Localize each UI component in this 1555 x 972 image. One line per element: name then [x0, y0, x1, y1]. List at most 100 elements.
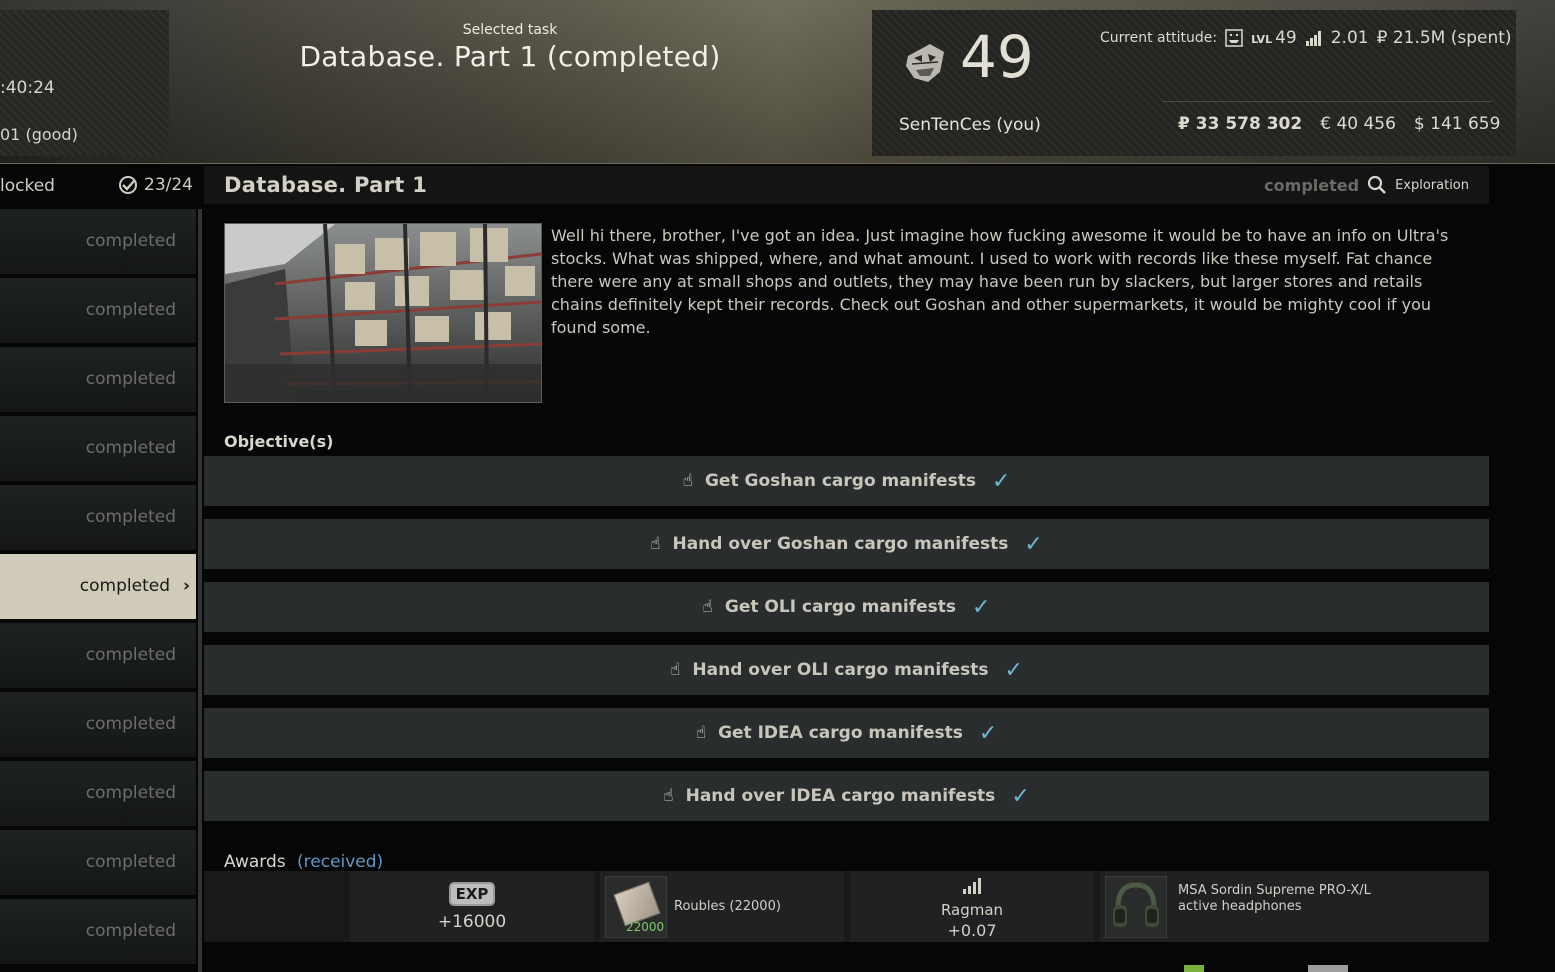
task-status-label: completed — [85, 507, 176, 527]
ragman-name: Ragman — [940, 901, 1004, 919]
objectives-heading: Objective(s) — [224, 432, 334, 451]
task-list-item[interactable]: completed — [0, 761, 196, 826]
trader-standing: 01 (good) — [0, 125, 78, 144]
attitude-label: Current attitude: — [1100, 30, 1218, 46]
dollars-balance: $ 141 659 — [1413, 114, 1501, 134]
currency-row: ₽ 33 578 302 € 40 456 $ 141 659 — [1178, 114, 1500, 134]
euros-balance: € 40 456 — [1320, 114, 1396, 134]
trader-info-panel: 49 SenTenCes (you) Current attitude: LVL… — [872, 10, 1516, 156]
checkmark-icon: ✓ — [1011, 783, 1030, 809]
award-ragman-standing[interactable]: Ragman +0.07 — [850, 871, 1094, 942]
award-experience[interactable]: EXP +16000 — [350, 871, 594, 942]
selected-task-title: Database. Part 1 (completed) — [299, 40, 721, 73]
attitude-face-icon — [1225, 29, 1243, 47]
task-status-label: completed — [85, 852, 176, 872]
task-description: Well hi there, brother, I've got an idea… — [551, 226, 1449, 337]
task-status-label: completed — [85, 714, 176, 734]
task-status-label: completed — [85, 438, 176, 458]
task-count: 23/24 — [118, 175, 193, 195]
standing-bars-icon — [1305, 31, 1321, 46]
headphones-item-icon — [1105, 876, 1167, 938]
bottom-indicator-green — [1184, 965, 1204, 972]
exp-badge-icon: EXP — [448, 882, 496, 906]
task-filter-status[interactable]: locked — [0, 176, 55, 196]
selected-task-header: Selected task Database. Part 1 (complete… — [270, 22, 750, 73]
task-title: Database. Part 1 — [224, 173, 428, 197]
headphones-label: MSA Sordin Supreme PRO-X/L active headph… — [1178, 883, 1371, 914]
award-roubles[interactable]: 22000 Roubles (22000) — [600, 871, 844, 942]
roubles-thumb-amount: 22000 — [626, 920, 665, 934]
task-list-item[interactable]: completed — [0, 416, 196, 481]
award-headphones[interactable]: MSA Sordin Supreme PRO-X/L active headph… — [1100, 871, 1489, 942]
awards-label: Awards — [224, 852, 286, 872]
task-list-item[interactable]: completed — [0, 278, 196, 343]
objective-row[interactable]: ☝ Get Goshan cargo manifests ✓ — [204, 456, 1489, 506]
task-list-header: locked 23/24 — [0, 168, 200, 202]
task-title-bar: Database. Part 1 completed Exploration — [204, 166, 1489, 204]
hand-pointer-icon: ☝ — [663, 786, 674, 806]
task-status-label: completed — [85, 645, 176, 665]
task-status-label: completed — [79, 576, 170, 596]
check-circle-icon — [119, 176, 137, 194]
standing-value: 2.01 — [1330, 28, 1369, 48]
task-status-label: completed — [85, 231, 176, 251]
completed-count: 23/24 — [144, 175, 193, 195]
objective-text: Hand over IDEA cargo manifests — [685, 786, 996, 806]
roubles-balance: ₽ 33 578 302 — [1178, 114, 1303, 134]
task-image — [224, 223, 542, 403]
task-status-label: completed — [85, 921, 176, 941]
hand-pointer-icon: ☝ — [682, 471, 693, 491]
panel-divider — [1162, 101, 1492, 102]
task-list-item[interactable]: completed — [0, 830, 196, 895]
selected-task-label: Selected task — [462, 22, 558, 38]
task-status-label: completed — [85, 783, 176, 803]
ragman-value: +0.07 — [947, 921, 997, 940]
objective-text: Hand over OLI cargo manifests — [692, 660, 989, 680]
task-list-item[interactable]: completed — [0, 899, 196, 964]
checkmark-icon: ✓ — [1004, 657, 1023, 683]
task-status-area: completed Exploration — [1264, 175, 1469, 195]
standing-bars-icon — [963, 878, 981, 894]
objectives-list: ☝ Get Goshan cargo manifests ✓ ☝ Hand ov… — [204, 456, 1489, 834]
player-name: SenTenCes (you) — [899, 115, 1041, 135]
magnifier-icon — [1367, 175, 1386, 194]
task-status: completed — [1264, 175, 1360, 195]
task-list-item[interactable]: completed — [0, 347, 196, 412]
task-list-item[interactable]: completed — [0, 485, 196, 550]
task-list-scrollbar[interactable] — [198, 209, 202, 972]
task-list: completed completed completed completed … — [0, 209, 196, 968]
objective-row[interactable]: ☝ Hand over OLI cargo manifests ✓ — [204, 645, 1489, 695]
level-prefix: LVL — [1251, 33, 1273, 46]
objective-text: Get OLI cargo manifests — [724, 597, 957, 617]
task-type: Exploration — [1395, 177, 1469, 193]
checkmark-icon: ✓ — [991, 468, 1011, 494]
objective-text: Get Goshan cargo manifests — [704, 471, 976, 491]
spent-value: ₽ 21.5M (spent) — [1376, 28, 1512, 48]
checkmark-icon: ✓ — [978, 720, 998, 746]
task-list-item-selected[interactable]: completed › — [0, 554, 196, 619]
top-header: :40:24 01 (good) Selected task Database.… — [0, 0, 1555, 164]
task-list-item[interactable]: completed — [0, 623, 196, 688]
previous-trader-panel[interactable]: :40:24 01 (good) — [0, 10, 169, 156]
trader-loyalty-level: 49 — [960, 23, 1034, 91]
trader-skull-emblem-icon — [906, 44, 944, 82]
hand-pointer-icon: ☝ — [702, 597, 713, 617]
task-status-label: completed — [85, 369, 176, 389]
hand-pointer-icon: ☝ — [650, 534, 661, 554]
objective-text: Hand over Goshan cargo manifests — [672, 534, 1009, 554]
task-list-item[interactable]: completed — [0, 692, 196, 757]
task-status-label: completed — [85, 300, 176, 320]
roubles-label: Roubles (22000) — [674, 899, 781, 914]
objective-row[interactable]: ☝ Get OLI cargo manifests ✓ — [204, 582, 1489, 632]
objective-row[interactable]: ☝ Hand over IDEA cargo manifests ✓ — [204, 771, 1489, 821]
bottom-indicator-grey — [1308, 965, 1348, 972]
attitude-row: Current attitude: LVL 49 2.01 ₽ 21.5M (sp… — [1100, 28, 1512, 48]
task-list-item[interactable]: completed — [0, 209, 196, 274]
objective-row[interactable]: ☝ Get IDEA cargo manifests ✓ — [204, 708, 1489, 758]
objective-row[interactable]: ☝ Hand over Goshan cargo manifests ✓ — [204, 519, 1489, 569]
checkmark-icon: ✓ — [972, 594, 991, 620]
hand-pointer-icon: ☝ — [695, 723, 707, 743]
awards-row: EXP +16000 22000 Roubles (22000) Ragman … — [204, 871, 1489, 942]
exp-value: +16000 — [437, 912, 507, 932]
awards-heading: Awards (received) — [224, 852, 383, 872]
